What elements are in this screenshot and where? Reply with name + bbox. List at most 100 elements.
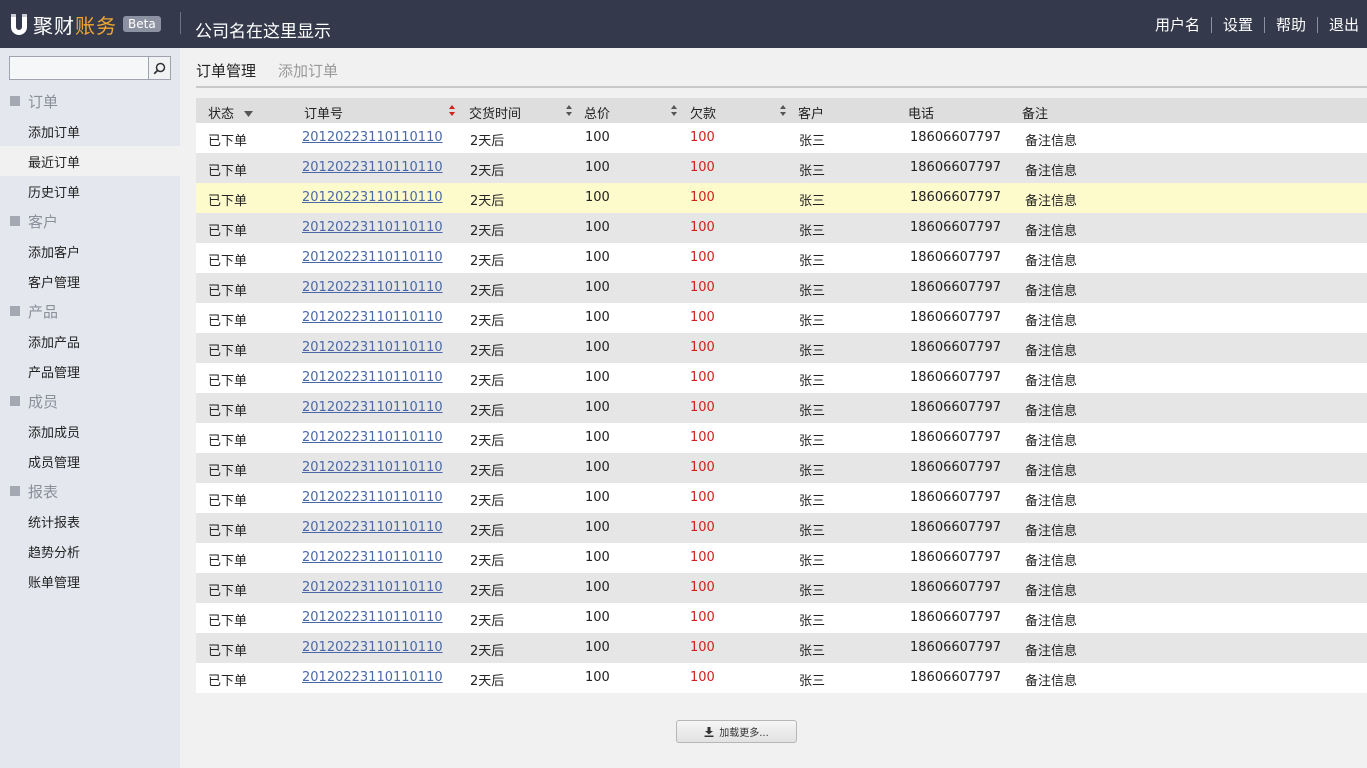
header-debt[interactable]: 欠款 <box>690 103 716 122</box>
cell-debt: 100 <box>690 520 715 535</box>
table-row[interactable]: 已下单 20120223110110110 2天后 100 100 张三 186066077… <box>196 483 1367 513</box>
order-number-link[interactable]: 20120223110110110 <box>302 460 443 475</box>
cell-customer: 张三 <box>799 344 826 359</box>
sidebar-item-add-product[interactable]: 添加产品 <box>0 326 180 356</box>
table-row[interactable]: 已下单 20120223110110110 2天后 100 100 张三 186066077… <box>196 513 1367 543</box>
table-row[interactable]: 已下单 20120223110110110 2天后 100 100 张三 186066077… <box>196 153 1367 183</box>
top-nav: 用户名 设置 帮助 退出 <box>1155 14 1359 35</box>
table-header: 状态 订单号 交货时间 总价 欠款 客户 电话 备注 <box>196 98 1367 123</box>
cell-debt: 100 <box>690 340 715 355</box>
table-row[interactable]: 已下单 20120223110110110 2天后 100 100 张三 186066077… <box>196 543 1367 573</box>
sort-icon[interactable] <box>671 105 677 116</box>
order-number-link[interactable]: 20120223110110110 <box>302 250 443 265</box>
table-row[interactable]: 已下单 20120223110110110 2天后 100 100 张三 186066077… <box>196 393 1367 423</box>
sidebar-item-add-member[interactable]: 添加成员 <box>0 416 180 446</box>
cell-status: 已下单 <box>208 164 248 179</box>
cell-debt: 100 <box>690 310 715 325</box>
table-row[interactable]: 已下单 20120223110110110 2天后 100 100 张三 186066077… <box>196 333 1367 363</box>
settings-link[interactable]: 设置 <box>1223 14 1253 35</box>
cell-customer: 张三 <box>799 194 826 209</box>
order-number-link[interactable]: 20120223110110110 <box>302 520 443 535</box>
order-number-link[interactable]: 20120223110110110 <box>302 490 443 505</box>
order-number-link[interactable]: 20120223110110110 <box>302 190 443 205</box>
table-row[interactable]: 已下单 20120223110110110 2天后 100 100 张三 186066077… <box>196 663 1367 693</box>
sidebar-item-history-orders[interactable]: 历史订单 <box>0 176 180 206</box>
sort-desc-icon <box>244 111 254 117</box>
cell-note: 备注信息 <box>1025 644 1078 659</box>
table-row[interactable]: 已下单 20120223110110110 2天后 100 100 张三 186066077… <box>196 363 1367 393</box>
cell-phone: 18606607797 <box>910 580 1001 595</box>
header-status[interactable]: 状态 <box>208 103 254 122</box>
table-row[interactable]: 已下单 20120223110110110 2天后 100 100 张三 186066077… <box>196 243 1367 273</box>
cell-total-price: 100 <box>585 400 610 415</box>
header-phone[interactable]: 电话 <box>908 103 934 122</box>
search-button[interactable] <box>148 56 171 80</box>
cell-delivery-time: 2天后 <box>470 554 505 569</box>
order-number-link[interactable]: 20120223110110110 <box>302 310 443 325</box>
order-number-link[interactable]: 20120223110110110 <box>302 640 443 655</box>
tab-order-management[interactable]: 订单管理 <box>196 60 256 81</box>
table-row[interactable]: 已下单 20120223110110110 2天后 100 100 张三 186066077… <box>196 183 1367 213</box>
sidebar-item-recent-orders[interactable]: 最近订单 <box>0 146 180 176</box>
cell-total-price: 100 <box>585 280 610 295</box>
sidebar-item-trend-analysis[interactable]: 趋势分析 <box>0 536 180 566</box>
nav-separator <box>1316 16 1318 33</box>
order-number-link[interactable]: 20120223110110110 <box>302 340 443 355</box>
cell-phone: 18606607797 <box>910 190 1001 205</box>
table-row[interactable]: 已下单 20120223110110110 2天后 100 100 张三 186066077… <box>196 633 1367 663</box>
header-order-no[interactable]: 订单号 <box>304 103 343 122</box>
sidebar-item-statistics-report[interactable]: 统计报表 <box>0 506 180 536</box>
order-number-link[interactable]: 20120223110110110 <box>302 370 443 385</box>
help-link[interactable]: 帮助 <box>1276 14 1306 35</box>
cell-total-price: 100 <box>585 310 610 325</box>
cell-delivery-time: 2天后 <box>470 614 505 629</box>
header-note[interactable]: 备注 <box>1022 103 1048 122</box>
load-more-button[interactable]: 加载更多... <box>676 720 797 743</box>
logout-link[interactable]: 退出 <box>1329 14 1359 35</box>
order-number-link[interactable]: 20120223110110110 <box>302 400 443 415</box>
sidebar-item-customer-management[interactable]: 客户管理 <box>0 266 180 296</box>
order-number-link[interactable]: 20120223110110110 <box>302 130 443 145</box>
sidebar-item-add-customer[interactable]: 添加客户 <box>0 236 180 266</box>
table-row[interactable]: 已下单 20120223110110110 2天后 100 100 张三 186066077… <box>196 423 1367 453</box>
table-row[interactable]: 已下单 20120223110110110 2天后 100 100 张三 186066077… <box>196 123 1367 153</box>
order-number-link[interactable]: 20120223110110110 <box>302 610 443 625</box>
table-row[interactable]: 已下单 20120223110110110 2天后 100 100 张三 186066077… <box>196 273 1367 303</box>
table-row[interactable]: 已下单 20120223110110110 2天后 100 100 张三 186066077… <box>196 573 1367 603</box>
cell-note: 备注信息 <box>1025 134 1078 149</box>
cell-debt: 100 <box>690 250 715 265</box>
order-number-link[interactable]: 20120223110110110 <box>302 550 443 565</box>
cell-delivery-time: 2天后 <box>470 194 505 209</box>
cell-note: 备注信息 <box>1025 554 1078 569</box>
brand-logo[interactable]: 聚财 账务 Beta <box>8 10 161 38</box>
header-delivery-time[interactable]: 交货时间 <box>469 103 521 122</box>
sidebar-item-bill-management[interactable]: 账单管理 <box>0 566 180 596</box>
table-row[interactable]: 已下单 20120223110110110 2天后 100 100 张三 186066077… <box>196 303 1367 333</box>
cell-status: 已下单 <box>208 494 248 509</box>
nav-group-customers: 客户 添加客户 客户管理 <box>0 206 180 296</box>
cell-debt: 100 <box>690 430 715 445</box>
table-body: 已下单 20120223110110110 2天后 100 100 张三 186066077… <box>196 123 1367 693</box>
cell-customer: 张三 <box>799 584 826 599</box>
search-input[interactable] <box>9 56 149 80</box>
cell-customer: 张三 <box>799 404 826 419</box>
order-number-link[interactable]: 20120223110110110 <box>302 580 443 595</box>
order-number-link[interactable]: 20120223110110110 <box>302 160 443 175</box>
table-row[interactable]: 已下单 20120223110110110 2天后 100 100 张三 186066077… <box>196 453 1367 483</box>
sort-icon[interactable] <box>566 105 572 116</box>
table-row[interactable]: 已下单 20120223110110110 2天后 100 100 张三 186066077… <box>196 603 1367 633</box>
header-total-price[interactable]: 总价 <box>584 103 610 122</box>
table-row[interactable]: 已下单 20120223110110110 2天后 100 100 张三 186066077… <box>196 213 1367 243</box>
sidebar-item-product-management[interactable]: 产品管理 <box>0 356 180 386</box>
order-number-link[interactable]: 20120223110110110 <box>302 280 443 295</box>
order-number-link[interactable]: 20120223110110110 <box>302 670 443 685</box>
sidebar-item-add-order[interactable]: 添加订单 <box>0 116 180 146</box>
tab-add-order[interactable]: 添加订单 <box>278 60 338 81</box>
order-number-link[interactable]: 20120223110110110 <box>302 430 443 445</box>
username-link[interactable]: 用户名 <box>1155 14 1200 35</box>
order-number-link[interactable]: 20120223110110110 <box>302 220 443 235</box>
sidebar-item-member-management[interactable]: 成员管理 <box>0 446 180 476</box>
sort-active-icon[interactable] <box>449 105 455 116</box>
sort-icon[interactable] <box>780 105 786 116</box>
header-customer[interactable]: 客户 <box>798 103 824 122</box>
